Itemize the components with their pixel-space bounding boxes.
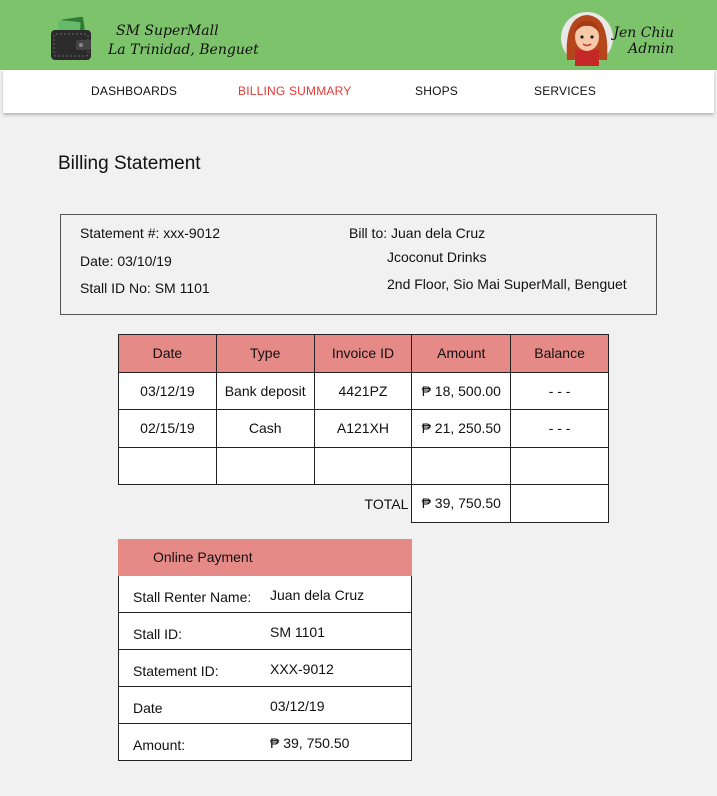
field-value: 03/12/19 <box>270 698 325 714</box>
cell-empty <box>510 446 609 485</box>
cell-date: 02/15/19 <box>118 409 217 448</box>
field-value: Juan dela Cruz <box>270 587 365 603</box>
statement-number: Statement #: xxx-9012 <box>80 225 221 241</box>
cell-invoice-id: 4421PZ <box>313 371 413 410</box>
cell-blank <box>119 485 217 523</box>
col-type: Type <box>215 334 315 373</box>
payment-row-stall-id: Stall ID: SM 1101 <box>118 613 412 650</box>
field-value: ₱ 39, 750.50 <box>270 735 350 751</box>
main-nav: DASHBOARDS BILLING SUMMARY SHOPS SERVICE… <box>3 70 714 113</box>
cell-type: Bank deposit <box>215 371 315 410</box>
app-header: SM SuperMall La Trinidad, Benguet Jen Ch… <box>0 0 717 70</box>
cell-empty <box>215 446 315 485</box>
field-label: Stall Renter Name: <box>133 589 252 605</box>
cell-blank <box>216 485 314 523</box>
field-value: XXX-9012 <box>270 661 334 677</box>
cell-balance: - - - <box>510 409 609 448</box>
cell-balance: - - - <box>510 371 609 410</box>
payment-row-renter: Stall Renter Name: Juan dela Cruz <box>118 576 412 613</box>
col-balance: Balance <box>510 334 609 373</box>
payment-row-statement-id: Statement ID: XXX-9012 <box>118 650 412 687</box>
cell-amount: ₱ 18, 500.00 <box>411 371 512 410</box>
cell-empty <box>313 446 413 485</box>
payment-row-date: Date 03/12/19 <box>118 687 412 724</box>
mall-name: SM SuperMall <box>116 23 219 39</box>
statement-box: Statement #: xxx-9012 Date: 03/10/19 Sta… <box>60 214 657 315</box>
table-row: 03/12/19 Bank deposit 4421PZ ₱ 18, 500.0… <box>118 371 609 410</box>
col-invoice-id: Invoice ID <box>313 334 413 373</box>
nav-billing-summary[interactable]: BILLING SUMMARY <box>238 84 351 98</box>
statement-stall-id: Stall ID No: SM 1101 <box>80 280 210 296</box>
field-label: Stall ID: <box>133 626 183 642</box>
cell-amount: ₱ 21, 250.50 <box>411 409 512 448</box>
field-label: Amount: <box>133 737 186 753</box>
mall-branding: SM SuperMall La Trinidad, Benguet <box>108 22 259 60</box>
field-label: Statement ID: <box>133 663 219 679</box>
cell-empty <box>411 446 512 485</box>
page-title: Billing Statement <box>58 153 201 174</box>
field-label: Date <box>133 700 163 716</box>
total-row: TOTAL ₱ 39, 750.50 <box>119 484 609 523</box>
table-header-row: Date Type Invoice ID Amount Balance <box>118 334 609 373</box>
total-amount: ₱ 39, 750.50 <box>411 484 512 523</box>
total-balance <box>510 484 609 523</box>
cell-empty <box>118 446 217 485</box>
cell-type: Cash <box>215 409 315 448</box>
wallet-icon <box>51 16 91 60</box>
table-row: 02/15/19 Cash A121XH ₱ 21, 250.50 - - - <box>118 409 609 448</box>
nav-services[interactable]: SERVICES <box>534 84 596 98</box>
cell-invoice-id: A121XH <box>313 409 413 448</box>
billing-table: Date Type Invoice ID Amount Balance 03/1… <box>118 334 609 523</box>
col-date: Date <box>118 334 217 373</box>
bill-to: Bill to: Juan dela Cruz <box>349 225 486 241</box>
online-payment-panel: Online Payment Stall Renter Name: Juan d… <box>118 539 412 761</box>
cell-date: 03/12/19 <box>118 371 217 410</box>
online-payment-title: Online Payment <box>118 539 412 576</box>
bill-to-business: Jcoconut Drinks <box>387 249 487 265</box>
col-amount: Amount <box>411 334 512 373</box>
statement-date: Date: 03/10/19 <box>80 253 172 269</box>
user-info: Jen Chiu Admin <box>613 25 674 57</box>
user-name: Jen Chiu <box>613 25 674 41</box>
total-label: TOTAL <box>364 495 409 512</box>
field-value: SM 1101 <box>270 624 325 640</box>
user-role: Admin <box>628 41 674 57</box>
nav-dashboards[interactable]: DASHBOARDS <box>91 84 177 98</box>
bill-to-address: 2nd Floor, Sio Mai SuperMall, Benguet <box>387 276 627 292</box>
user-avatar[interactable] <box>561 10 613 66</box>
mall-location: La Trinidad, Benguet <box>108 42 259 58</box>
payment-row-amount: Amount: ₱ 39, 750.50 <box>118 724 412 761</box>
table-row-empty <box>118 446 609 485</box>
nav-shops[interactable]: SHOPS <box>415 84 458 98</box>
